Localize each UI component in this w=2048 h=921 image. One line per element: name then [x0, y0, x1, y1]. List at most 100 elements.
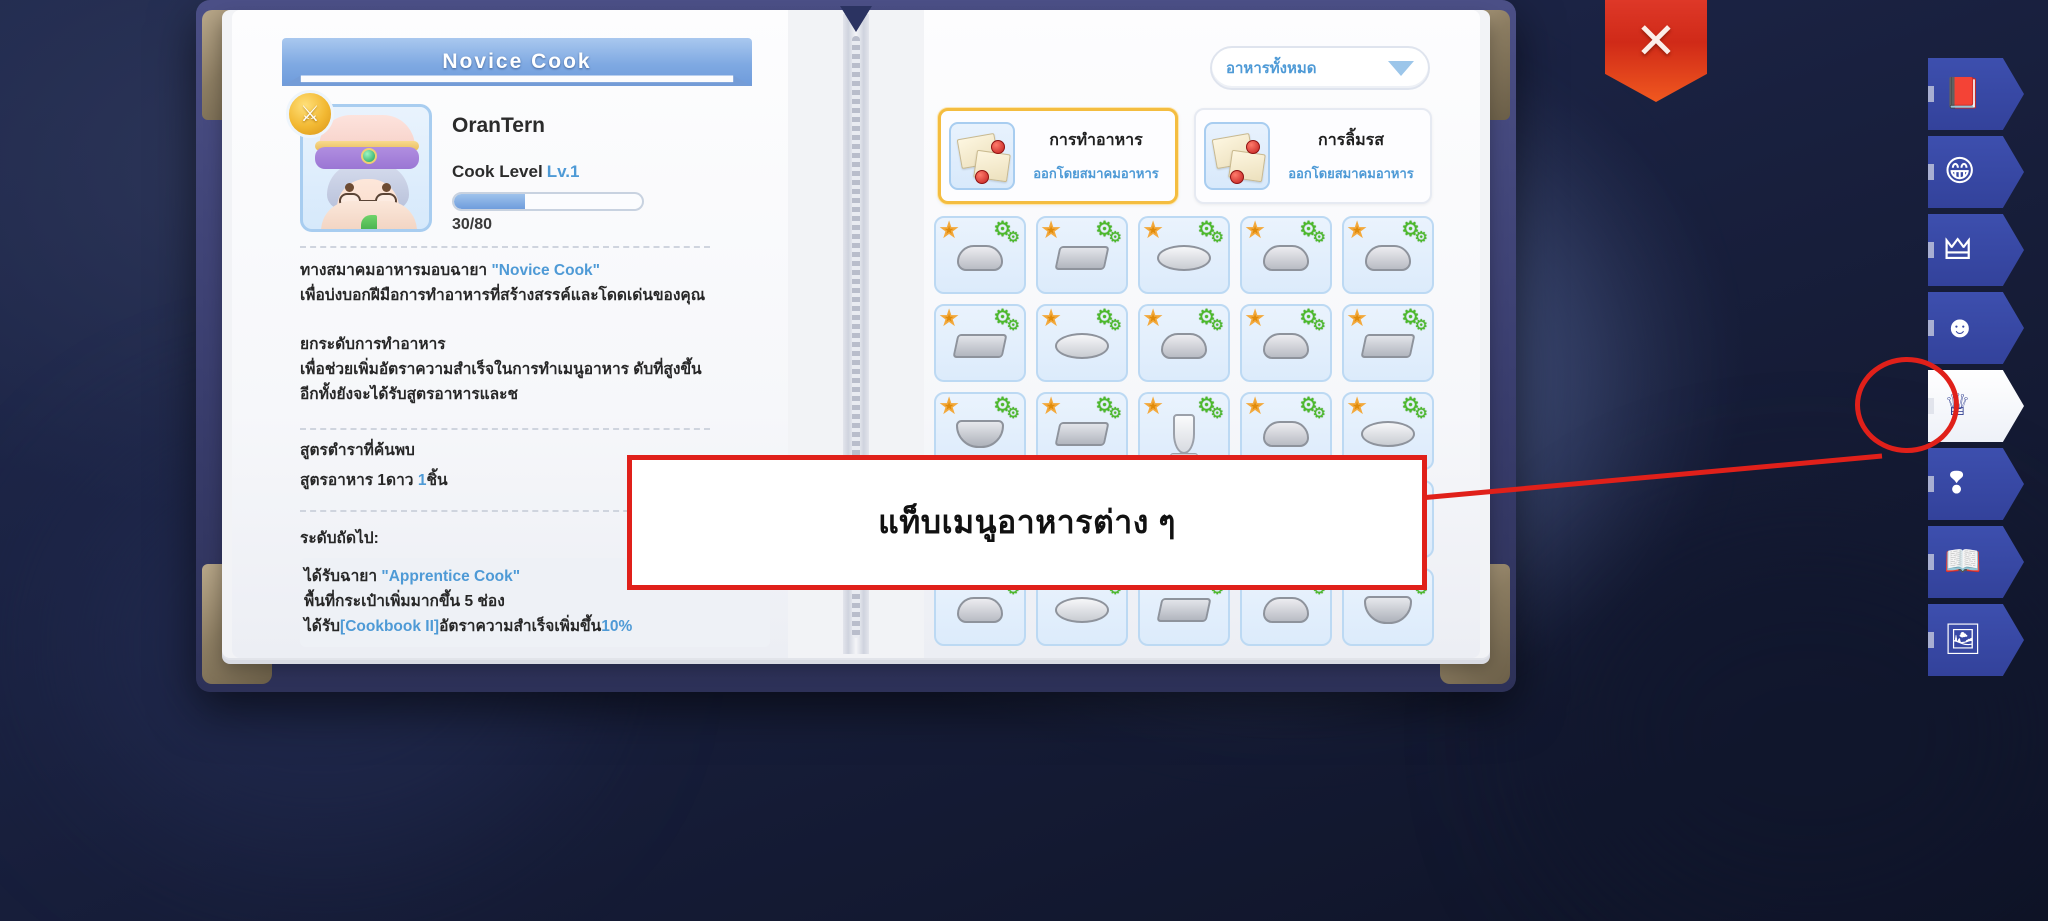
- next-reward-line3-mid: อัตราความสำเร็จเพิ่มขึ้น: [439, 618, 602, 635]
- intro-title-highlight: "Novice Cook": [491, 262, 601, 279]
- recipe-star-icon: ★: [1348, 220, 1366, 240]
- recipe-cell[interactable]: ★ ⚙⚙: [1138, 304, 1230, 382]
- chevron-down-icon: [1388, 60, 1414, 76]
- category-subtitle: ออกโดยสมาคมอาหาร: [1288, 166, 1414, 181]
- recipe-dish-icon: [957, 596, 1003, 623]
- avatar[interactable]: ⚔: [286, 90, 432, 232]
- recipe-dish-icon: [1263, 420, 1309, 447]
- rail-tab-monster-face[interactable]: 😁: [1928, 136, 2024, 208]
- tab-notch: [1928, 242, 1934, 258]
- wax-seal-icon-1: [1246, 140, 1260, 154]
- recipe-cell[interactable]: ★ ⚙⚙: [1342, 304, 1434, 382]
- recipe-dish-icon: [957, 244, 1003, 271]
- craftable-gear-badge: ⚙⚙: [1398, 218, 1428, 246]
- close-button[interactable]: ✕: [1605, 0, 1707, 102]
- upgrade-paragraph: ยกระดับการทำอาหาร เพื่อช่วยเพิ่มอัตราควา…: [300, 332, 760, 407]
- recipe-dish-icon: [1360, 333, 1416, 358]
- next-reward-line1-pre: ได้รับฉายา: [304, 568, 382, 585]
- craftable-gear-badge: ⚙⚙: [1092, 218, 1122, 246]
- recipe-cell[interactable]: ★ ⚙⚙: [934, 216, 1026, 294]
- recipe-cell[interactable]: ★ ⚙⚙: [1342, 216, 1434, 294]
- category-tab-2[interactable]: การลิ้มรสออกโดยสมาคมอาหาร: [1194, 108, 1432, 204]
- gear-icon-small: ⚙: [1006, 229, 1020, 246]
- right-eye: [382, 183, 391, 192]
- recipe-dish-icon: [1364, 595, 1412, 624]
- recipe-dish-icon: [1055, 596, 1109, 623]
- recipe-star-icon: ★: [940, 220, 958, 240]
- craftable-gear-badge: ⚙⚙: [1296, 218, 1326, 246]
- recipe-dish-icon: [1365, 244, 1411, 271]
- craftable-gear-badge: ⚙⚙: [1398, 394, 1428, 422]
- recipe-dish-icon: [1157, 244, 1211, 271]
- left-eye: [345, 183, 354, 192]
- recipe-dish-icon: [1361, 420, 1415, 447]
- divider-1: [300, 246, 710, 248]
- gear-icon-small: ⚙: [1006, 405, 1020, 422]
- annotation-text: แท็บเมนูอาหารต่าง ๆ: [878, 504, 1176, 540]
- gear-icon-small: ⚙: [1414, 229, 1428, 246]
- cook-level-row: Cook Level Lv.1: [452, 162, 579, 182]
- recipe-cell[interactable]: ★ ⚙⚙: [934, 304, 1026, 382]
- rail-tab-quest-alert[interactable]: ❢: [1928, 448, 2024, 520]
- game-screen: Novice Cook ⚔ OranTern Cook Level Lv.1 3…: [0, 0, 2048, 921]
- category-title: การลิ้มรส: [1318, 132, 1384, 149]
- recipe-cell[interactable]: ★ ⚙⚙: [1240, 304, 1332, 382]
- rail-tab-chef-hat[interactable]: ♕: [1928, 370, 2024, 442]
- cookbook-item-link[interactable]: [Cookbook II]: [340, 618, 439, 635]
- rail-tab-horns-crown[interactable]: 🜲: [1928, 214, 2024, 286]
- recipe-dish-icon: [1263, 244, 1309, 271]
- gear-icon-small: ⚙: [1210, 405, 1224, 422]
- wax-seal-icon-2: [975, 170, 989, 184]
- craftable-gear-badge: ⚙⚙: [1296, 306, 1326, 334]
- character-name: OranTern: [452, 114, 545, 137]
- gear-icon-small: ⚙: [1414, 405, 1428, 422]
- tab-notch: [1928, 398, 1934, 414]
- craftable-gear-badge: ⚙⚙: [1092, 394, 1122, 422]
- tab-notch: [1928, 320, 1934, 336]
- gear-icon-small: ⚙: [1006, 317, 1020, 334]
- next-reward-title-highlight: "Apprentice Cook": [381, 568, 521, 585]
- recipe-star-icon: ★: [940, 308, 958, 328]
- craftable-gear-badge: ⚙⚙: [1296, 394, 1326, 422]
- recipes-found-label: สูตรอาหาร 1ดาว: [300, 472, 418, 489]
- craftable-gear-badge: ⚙⚙: [990, 306, 1020, 334]
- recipe-dish-icon: [1054, 245, 1110, 270]
- upgrade-title: ยกระดับการทำอาหาร: [300, 336, 446, 353]
- recipe-star-icon: ★: [1042, 220, 1060, 240]
- rail-tab-open-book[interactable]: 📖: [1928, 526, 2024, 598]
- upgrade-line2: อีกทั้งยังจะได้รับสูตรอาหารและช: [300, 386, 519, 403]
- recipe-cell[interactable]: ★ ⚙⚙: [1138, 216, 1230, 294]
- close-icon: ✕: [1635, 13, 1677, 69]
- category-title: การทำอาหาร: [1049, 132, 1143, 149]
- gear-icon-small: ⚙: [1108, 317, 1122, 334]
- book-closed-icon: 📕: [1944, 77, 1982, 110]
- callout-leader-line: [1420, 453, 1883, 501]
- recipe-dish-icon: [1156, 597, 1212, 622]
- recipe-star-icon: ★: [1246, 220, 1264, 240]
- craftable-gear-badge: ⚙⚙: [990, 218, 1020, 246]
- recipe-cell[interactable]: ★ ⚙⚙: [1240, 216, 1332, 294]
- xp-value-text: 30/80: [452, 216, 493, 233]
- intro-paragraph: ทางสมาคมอาหารมอบฉายา "Novice Cook" เพื่อ…: [300, 258, 760, 308]
- recipe-star-icon: ★: [1246, 308, 1264, 328]
- food-filter-dropdown[interactable]: อาหารทั้งหมด: [1210, 46, 1430, 90]
- recipe-cell[interactable]: ★ ⚙⚙: [1036, 216, 1128, 294]
- recipe-dish-icon: [1263, 596, 1309, 623]
- rail-tab-pet-face[interactable]: ☻: [1928, 292, 2024, 364]
- spine-bookmark-icon: [840, 6, 872, 32]
- recipe-dish-icon: [1161, 332, 1207, 359]
- category-tab-1[interactable]: การทำอาหารออกโดยสมาคมอาหาร: [938, 108, 1178, 204]
- category-subtitle: ออกโดยสมาคมอาหาร: [1033, 166, 1159, 181]
- rail-tab-book-closed[interactable]: 📕: [1928, 58, 2024, 130]
- monster-face-icon: 😁: [1944, 155, 1976, 188]
- recipe-cell[interactable]: ★ ⚙⚙: [1036, 304, 1128, 382]
- recipe-dish-icon: [1054, 421, 1110, 446]
- rail-tab-photo-frame[interactable]: 🖼: [1928, 604, 2024, 676]
- wax-seal-icon-2: [1230, 170, 1244, 184]
- recipe-dish-icon: [1263, 332, 1309, 359]
- gear-icon-small: ⚙: [1312, 317, 1326, 334]
- gear-icon-small: ⚙: [1210, 229, 1224, 246]
- merchant-guild-scroll-icon: [949, 122, 1015, 190]
- merchant-guild-scroll-icon: [1204, 122, 1270, 190]
- recipes-found-unit: ชิ้น: [426, 472, 448, 489]
